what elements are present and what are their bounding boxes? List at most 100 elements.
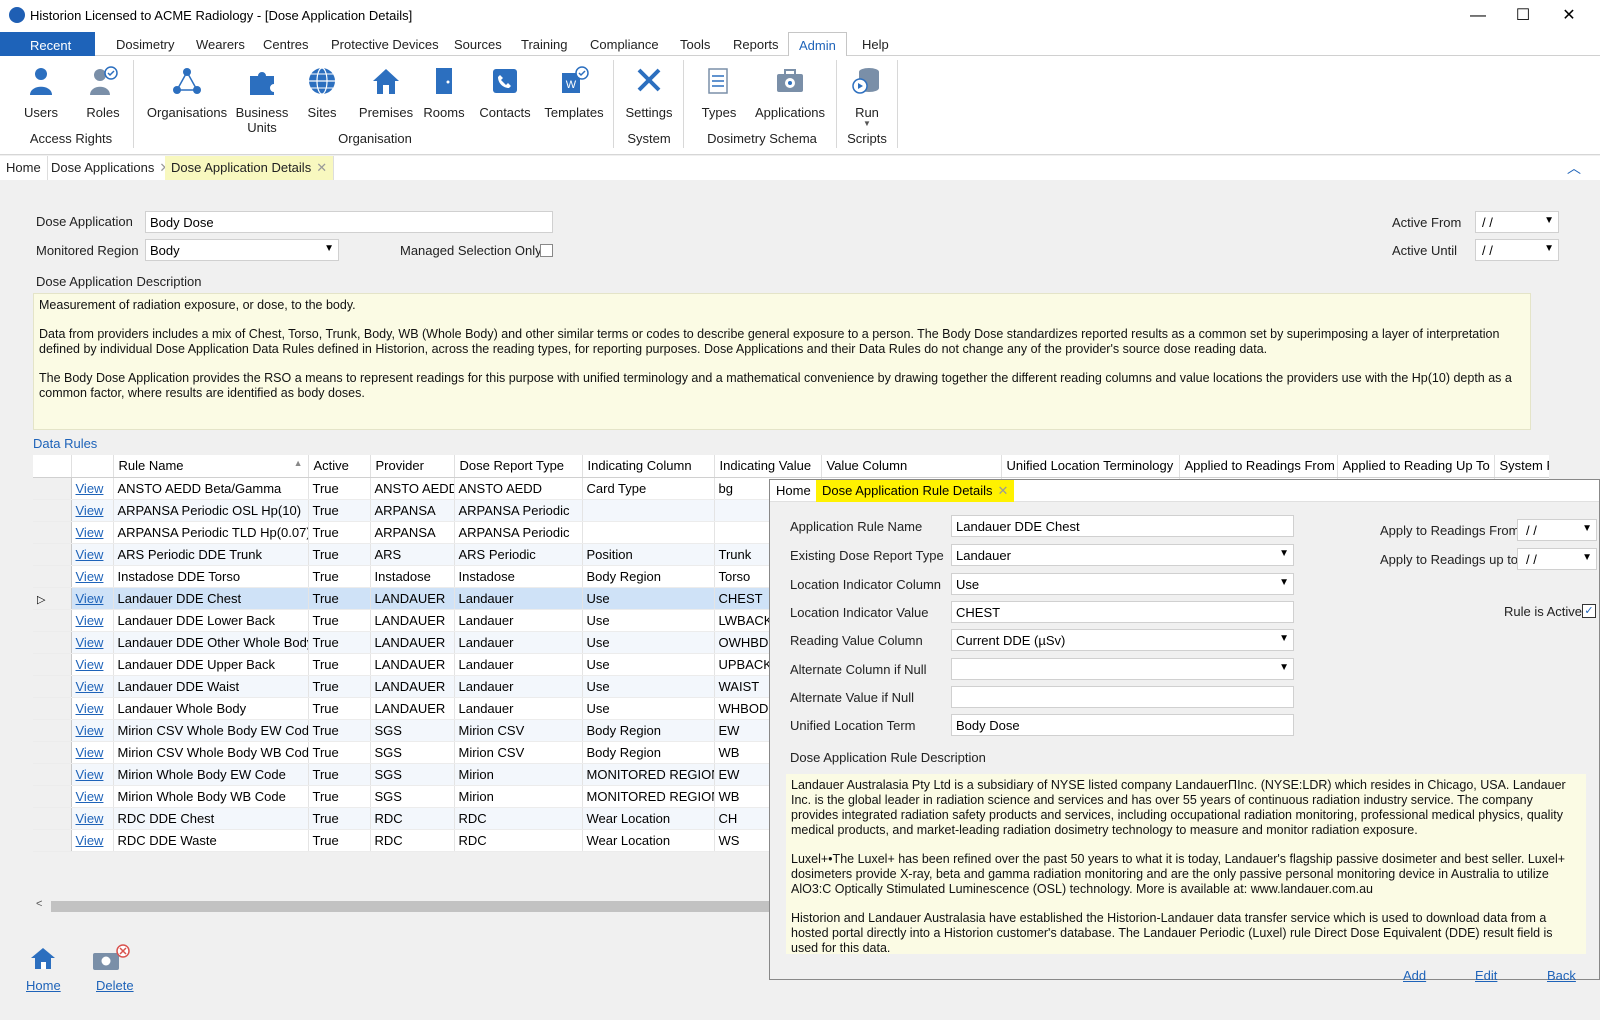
ribbon-premises-button[interactable]: Premises: [356, 66, 416, 120]
alternate-value-input[interactable]: [951, 686, 1294, 708]
unified-location-term-input[interactable]: Body Dose: [951, 714, 1294, 736]
ribbon-rooms-button[interactable]: Rooms: [422, 66, 466, 120]
view-link[interactable]: View: [76, 767, 104, 782]
ribbon-business-units-button[interactable]: Business Units: [232, 66, 292, 135]
ribbon-settings-button[interactable]: Settings: [620, 66, 678, 120]
menu-recent[interactable]: Recent: [0, 32, 95, 56]
ribbon-run-button[interactable]: Run ▼: [842, 66, 892, 128]
row-header[interactable]: [33, 521, 72, 544]
column-header-indicating-value[interactable]: Indicating Value: [714, 455, 822, 478]
description-textarea[interactable]: Measurement of radiation exposure, or do…: [33, 293, 1531, 430]
home-action[interactable]: [28, 946, 58, 973]
view-link[interactable]: View: [76, 679, 104, 694]
maximize-button[interactable]: ☐: [1500, 0, 1546, 31]
row-header[interactable]: [33, 653, 72, 676]
run-dropdown-icon[interactable]: ▼: [842, 120, 892, 128]
scrollbar-thumb[interactable]: [51, 901, 771, 912]
view-link[interactable]: View: [76, 547, 104, 562]
view-link[interactable]: View: [76, 657, 104, 672]
view-link[interactable]: View: [76, 613, 104, 628]
row-header[interactable]: [33, 609, 72, 632]
tab-dose-applications[interactable]: Dose Applications✕: [45, 156, 178, 180]
row-header[interactable]: ▷: [33, 587, 72, 610]
row-header[interactable]: [33, 675, 72, 698]
ribbon-sites-button[interactable]: Sites: [300, 66, 344, 120]
monitored-region-select[interactable]: Body ▼: [145, 239, 339, 261]
row-header[interactable]: [33, 763, 72, 786]
ribbon-roles-button[interactable]: Roles: [82, 66, 124, 120]
location-indicator-column-select[interactable]: Use ▼: [951, 573, 1294, 595]
add-link[interactable]: Add: [1403, 968, 1426, 983]
tab-home[interactable]: Home: [0, 156, 48, 180]
menu-help[interactable]: Help: [862, 37, 889, 52]
scroll-left-icon[interactable]: <: [36, 898, 42, 910]
ribbon-organisations-button[interactable]: Organisations: [144, 66, 230, 120]
tab-dose-application-details[interactable]: Dose Application Details ✕: [165, 156, 335, 180]
view-link[interactable]: View: [76, 833, 104, 848]
column-header-applied-from[interactable]: Applied to Readings From: [1179, 455, 1338, 478]
reading-value-column-select[interactable]: Current DDE (µSv) ▼: [951, 629, 1294, 651]
dose-application-input[interactable]: Body Dose: [145, 211, 553, 233]
row-header[interactable]: [33, 499, 72, 522]
menu-dosimetry[interactable]: Dosimetry: [116, 37, 175, 52]
back-link[interactable]: Back: [1547, 968, 1576, 983]
view-link[interactable]: View: [76, 503, 104, 518]
view-link[interactable]: View: [76, 723, 104, 738]
row-header[interactable]: [33, 719, 72, 742]
column-header-applied-up-to[interactable]: Applied to Reading Up To: [1337, 455, 1495, 478]
view-link[interactable]: View: [76, 701, 104, 716]
ribbon-users-button[interactable]: Users: [20, 66, 62, 120]
row-header[interactable]: [33, 829, 72, 852]
view-link[interactable]: View: [76, 569, 104, 584]
row-header[interactable]: [33, 741, 72, 764]
ribbon-types-button[interactable]: Types: [694, 66, 744, 120]
view-link[interactable]: View: [76, 789, 104, 804]
column-header-system-rule[interactable]: System Rul: [1494, 455, 1549, 478]
menu-training[interactable]: Training: [521, 37, 567, 52]
menu-sources[interactable]: Sources: [454, 37, 502, 52]
row-header[interactable]: [33, 477, 72, 500]
application-rule-name-input[interactable]: Landauer DDE Chest: [951, 515, 1294, 537]
column-header-active[interactable]: Active: [308, 455, 371, 478]
collapse-ribbon-icon[interactable]: ︿: [1567, 158, 1581, 178]
active-until-date[interactable]: / / ▼: [1475, 239, 1559, 261]
view-link[interactable]: View: [76, 525, 104, 540]
ribbon-contacts-button[interactable]: Contacts: [478, 66, 532, 120]
column-header-unified-location[interactable]: Unified Location Terminology: [1001, 455, 1180, 478]
row-header[interactable]: [33, 697, 72, 720]
column-header-dose-report-type[interactable]: Dose Report Type: [454, 455, 583, 478]
active-from-date[interactable]: / / ▼: [1475, 211, 1559, 233]
view-link[interactable]: View: [76, 481, 104, 496]
ribbon-templates-button[interactable]: W Templates: [540, 66, 608, 120]
alternate-column-select[interactable]: ▼: [951, 658, 1294, 680]
view-link[interactable]: View: [76, 635, 104, 650]
panel-tab-rule-details[interactable]: Dose Application Rule Details ✕: [816, 480, 1015, 502]
menu-tools[interactable]: Tools: [680, 37, 710, 52]
minimize-button[interactable]: —: [1455, 0, 1501, 31]
apply-up-to-date[interactable]: / / ▼: [1517, 548, 1597, 570]
menu-wearers[interactable]: Wearers: [196, 37, 245, 52]
apply-from-date[interactable]: / / ▼: [1517, 519, 1597, 541]
column-header-rule-name[interactable]: Rule Name ▲: [113, 455, 309, 478]
close-tab-icon[interactable]: ✕: [316, 160, 327, 175]
home-link[interactable]: Home: [26, 978, 61, 993]
view-link[interactable]: View: [76, 811, 104, 826]
rule-active-checkbox[interactable]: ✓: [1582, 604, 1596, 618]
ribbon-applications-button[interactable]: Applications: [750, 66, 830, 120]
row-header[interactable]: [33, 543, 72, 566]
column-header-value-column[interactable]: Value Column: [821, 455, 1002, 478]
row-header[interactable]: [33, 807, 72, 830]
existing-dose-report-type-select[interactable]: Landauer ▼: [951, 544, 1294, 566]
menu-centres[interactable]: Centres: [263, 37, 309, 52]
column-header-indicating-column[interactable]: Indicating Column: [582, 455, 715, 478]
panel-tab-home[interactable]: Home: [776, 483, 811, 498]
row-header[interactable]: [33, 565, 72, 588]
edit-link[interactable]: Edit: [1475, 968, 1497, 983]
menu-protective-devices[interactable]: Protective Devices: [331, 37, 439, 52]
delete-link[interactable]: Delete: [96, 978, 134, 993]
rule-description-textarea[interactable]: Landauer Australasia Pty Ltd is a subsid…: [786, 774, 1586, 955]
view-link[interactable]: View: [76, 745, 104, 760]
managed-selection-checkbox[interactable]: [540, 244, 553, 257]
row-header[interactable]: [33, 631, 72, 654]
menu-compliance[interactable]: Compliance: [590, 37, 659, 52]
